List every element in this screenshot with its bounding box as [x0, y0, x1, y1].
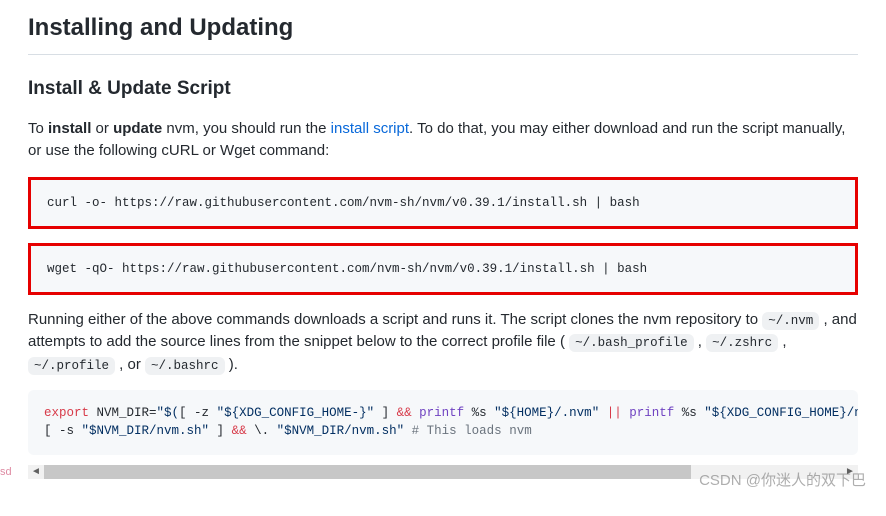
wget-command-block: wget -qO- https://raw.githubusercontent.… — [28, 243, 858, 295]
intro-paragraph: To install or update nvm, you should run… — [28, 118, 858, 163]
path-profile: ~/.profile — [28, 357, 115, 375]
section-heading: Installing and Updating — [28, 10, 858, 55]
code-scrollbar[interactable]: ◄ ► — [28, 465, 858, 479]
install-script-link[interactable]: install script — [331, 120, 409, 137]
side-mark: sd — [0, 464, 12, 481]
scroll-right-icon[interactable]: ► — [842, 465, 858, 479]
profile-snippet-block: export NVM_DIR="$([ -z "${XDG_CONFIG_HOM… — [28, 390, 858, 454]
explanation-paragraph: Running either of the above commands dow… — [28, 309, 858, 377]
scroll-left-icon[interactable]: ◄ — [28, 465, 44, 479]
path-bash-profile: ~/.bash_profile — [569, 334, 694, 352]
path-nvm: ~/.nvm — [762, 312, 819, 330]
subsection-heading: Install & Update Script — [28, 75, 858, 104]
path-bashrc: ~/.bashrc — [145, 357, 225, 375]
curl-command-block: curl -o- https://raw.githubusercontent.c… — [28, 177, 858, 229]
path-zshrc: ~/.zshrc — [706, 334, 778, 352]
scrollbar-thumb[interactable] — [44, 465, 691, 479]
